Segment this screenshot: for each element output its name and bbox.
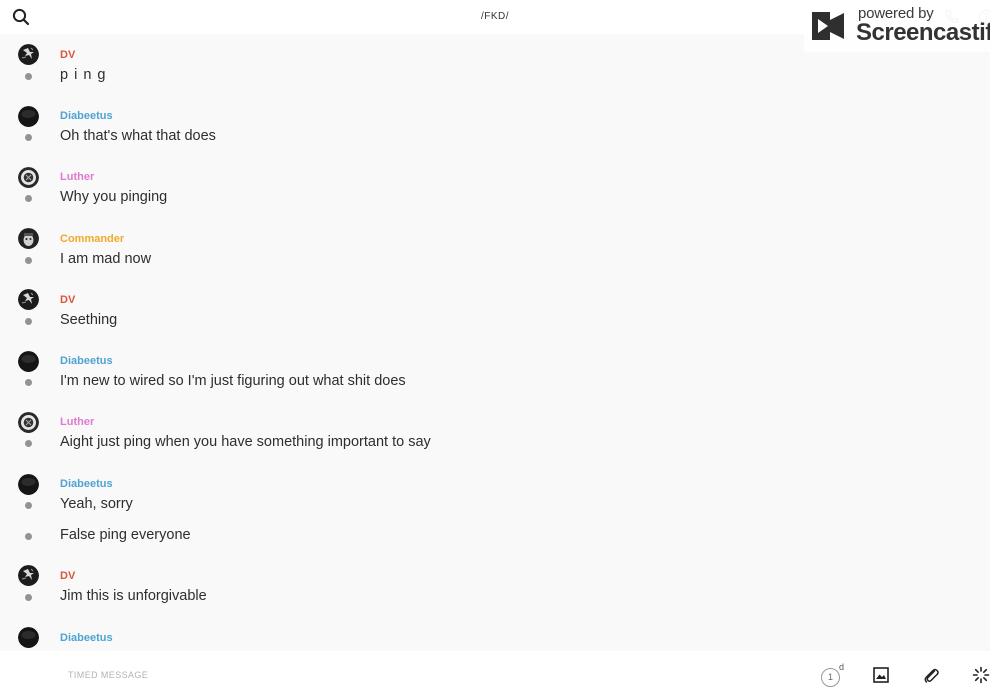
message-text: Aight just ping when you have something … [60,434,431,450]
avatar[interactable] [18,565,39,586]
message-text: False ping everyone [60,527,191,543]
avatar[interactable] [18,106,39,127]
timed-message-timer-button[interactable]: 1 d [821,662,845,688]
screencastify-logo-icon [812,12,844,40]
read-indicator [25,73,32,80]
message-text: Yeah, sorry [60,496,133,512]
read-indicator [25,318,32,325]
message-text: I am mad now [60,251,152,267]
paperclip-icon[interactable] [922,666,940,684]
composer-bar: TIMED MESSAGE 1 d [0,651,990,700]
avatar[interactable] [18,44,39,65]
spinner-icon[interactable] [972,666,990,684]
message-author[interactable]: Diabeetus [60,632,113,644]
message-text: Jim this is unforgivable [60,588,207,604]
screencastify-watermark: powered by Screencastify [804,2,990,52]
message-author[interactable]: DV [60,570,75,582]
message-text: Why you pinging [60,189,168,205]
message-author[interactable]: Diabeetus [60,478,113,490]
message-author[interactable]: Diabeetus [60,110,113,122]
message-author[interactable]: Luther [60,416,94,428]
read-indicator [25,594,32,601]
image-icon[interactable] [873,667,889,683]
message-author[interactable]: Commander [60,233,124,245]
message-author[interactable]: DV [60,294,75,306]
message-text: p i n g [60,67,107,83]
read-indicator [25,257,32,264]
avatar[interactable] [18,627,39,648]
read-indicator [25,134,32,141]
read-indicator [25,440,32,447]
timer-unit: d [839,662,845,672]
message-author[interactable]: DV [60,49,75,61]
avatar[interactable] [18,167,39,188]
message-text: I'm new to wired so I'm just figuring ou… [60,373,406,389]
message-author[interactable]: Luther [60,171,94,183]
message-author[interactable]: Diabeetus [60,355,113,367]
watermark-brand: Screencastify [856,19,990,46]
read-indicator [25,502,32,509]
avatar[interactable] [18,412,39,433]
message-list: DV p i n g Diabeetus Oh that's what that… [0,34,990,651]
read-indicator [25,195,32,202]
message-text: Seething [60,312,118,328]
avatar[interactable] [18,228,39,249]
avatar[interactable] [18,289,39,310]
timer-value: 1 [821,668,840,687]
message-input[interactable]: TIMED MESSAGE [68,670,148,680]
avatar[interactable] [18,474,39,495]
chat-window: /FKD/ DV p i n g Diabeetus Oh that's wha… [0,0,990,700]
avatar[interactable] [18,351,39,372]
read-indicator [25,533,32,540]
read-indicator [25,379,32,386]
message-text: Oh that's what that does [60,128,216,144]
